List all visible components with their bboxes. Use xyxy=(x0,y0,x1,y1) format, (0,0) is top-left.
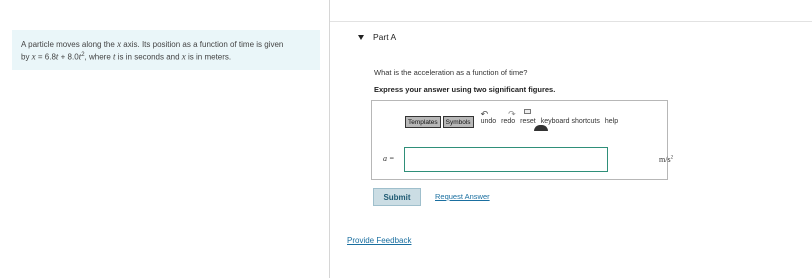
equation-text: + 8.0 xyxy=(58,52,79,62)
redo-button[interactable]: ↷ redo xyxy=(501,110,516,128)
equation-text: = 6.8 xyxy=(35,52,56,62)
redo-arrow-icon: ↷ xyxy=(508,109,516,119)
shortcuts-label: keyboard shortcuts xyxy=(540,118,600,125)
problem-text: , where xyxy=(84,52,114,62)
part-a-toggle[interactable]: Part A xyxy=(358,32,396,42)
undo-button[interactable]: ↶ undo xyxy=(480,110,497,128)
keyboard-icon xyxy=(533,125,548,131)
problem-text: is in seconds and xyxy=(115,52,182,62)
problem-text: axis. Its position as a function of time… xyxy=(121,40,284,49)
symbols-button[interactable]: Symbols xyxy=(442,116,474,128)
problem-line-1: A particle moves along the x axis. Its p… xyxy=(21,39,311,50)
help-button[interactable]: help xyxy=(605,116,618,128)
answer-variable-label: a = xyxy=(383,154,395,163)
header-rule xyxy=(330,21,812,22)
provide-feedback-link[interactable]: Provide Feedback xyxy=(347,236,411,245)
reset-label: reset xyxy=(520,118,536,125)
unit-base: m/s xyxy=(659,155,671,164)
keyboard-shortcuts-button[interactable]: keyboard shortcuts xyxy=(533,116,600,131)
submit-button[interactable]: Submit xyxy=(373,188,421,206)
unit-exponent: 2 xyxy=(670,155,674,161)
question-text: What is the acceleration as a function o… xyxy=(374,68,528,77)
collapse-triangle-icon[interactable] xyxy=(358,34,364,40)
problem-text: A particle moves along the xyxy=(21,40,118,49)
problem-line-2: by x = 6.8t + 8.0t2, where t is in secon… xyxy=(21,50,311,63)
redo-label: redo xyxy=(501,118,516,125)
answer-input[interactable] xyxy=(404,147,608,172)
templates-button[interactable]: Templates xyxy=(405,116,441,128)
problem-text: is in meters. xyxy=(185,52,232,62)
request-answer-link[interactable]: Request Answer xyxy=(435,192,490,201)
column-divider xyxy=(329,0,330,278)
part-title: Part A xyxy=(373,32,397,42)
undo-label: undo xyxy=(480,118,497,125)
reset-icon xyxy=(524,109,532,114)
unit-label: m/s2 xyxy=(659,155,673,164)
reset-button[interactable]: reset xyxy=(520,109,536,128)
problem-text: by xyxy=(21,52,32,62)
undo-arrow-icon: ↶ xyxy=(480,109,489,119)
math-toolbar: Templates Symbols ↶ undo ↷ redo reset ke… xyxy=(405,109,618,131)
answer-panel: Templates Symbols ↶ undo ↷ redo reset ke… xyxy=(371,100,673,180)
instruction-text: Express your answer using two significan… xyxy=(374,85,556,94)
problem-statement: A particle moves along the x axis. Its p… xyxy=(12,30,320,70)
